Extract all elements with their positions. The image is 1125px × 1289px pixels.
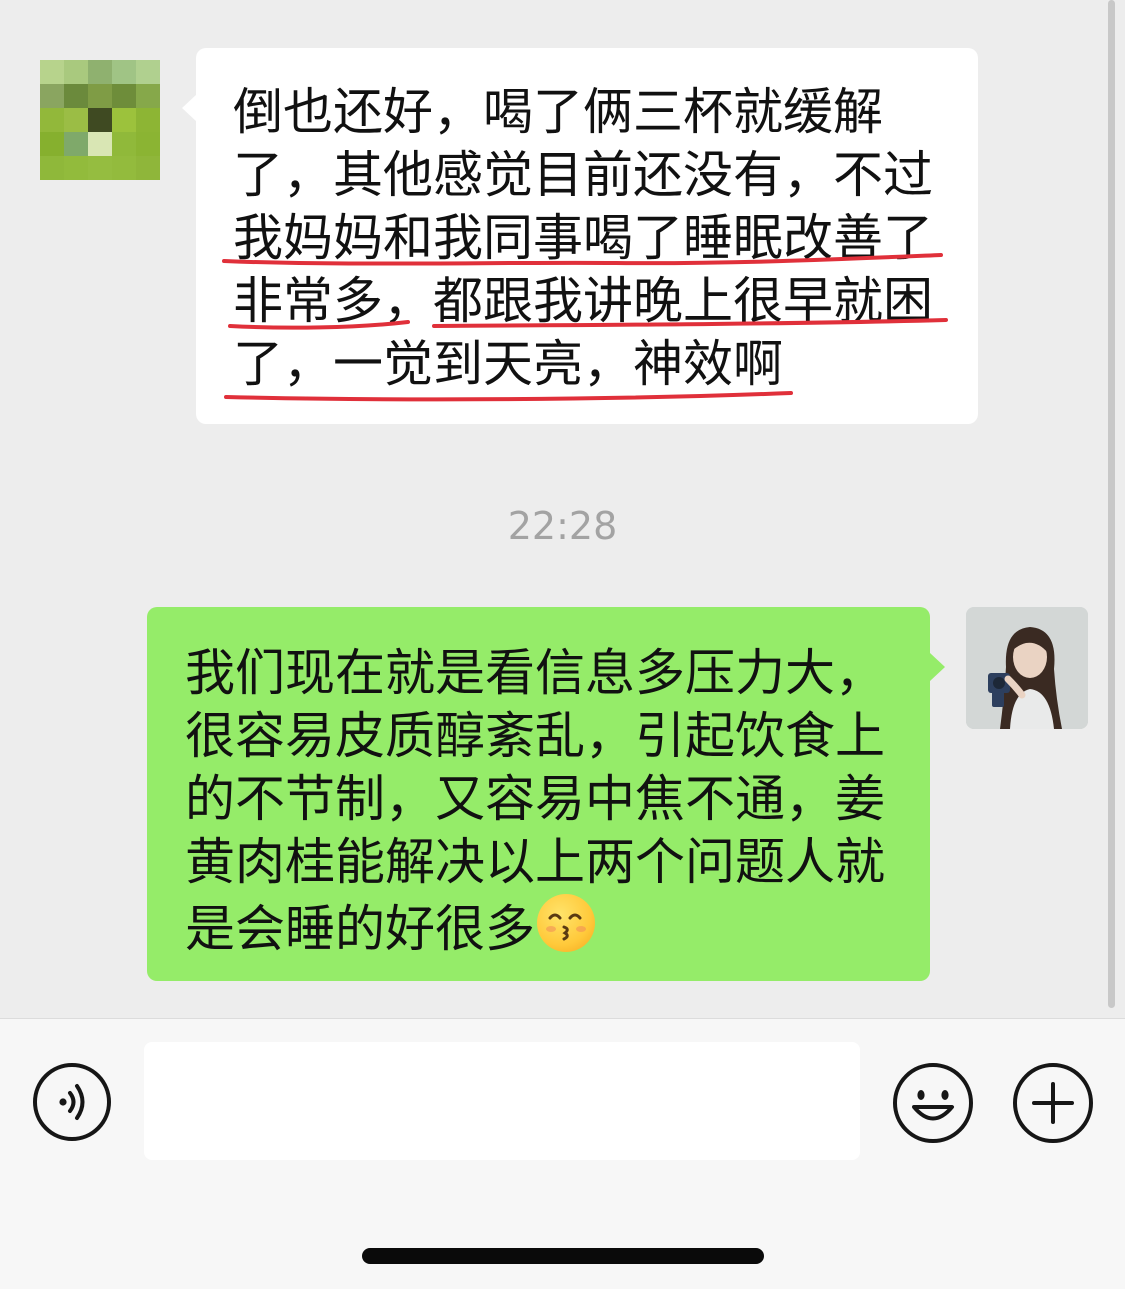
avatar-pixel [112,60,136,84]
avatar-pixel [40,60,64,84]
voice-input-button[interactable] [32,1062,112,1142]
message-line: 了，一觉到天亮，神效啊 [233,335,783,393]
incoming-message-text: 倒也还好，喝了俩三杯就缓解 了，其他感觉目前还没有，不过 我妈妈和我同事喝了睡眠… [233,81,933,396]
avatar-pixel [64,84,88,108]
avatar-pixel [136,132,160,156]
avatar-pixel [112,132,136,156]
avatar-pixel [40,84,64,108]
user-avatar-photo [966,607,1088,729]
message-line: 非常多，都跟我讲晚上很早就困 [233,272,933,330]
avatar-pixel [40,108,64,132]
contact-avatar[interactable] [40,60,160,180]
avatar-pixel [64,156,88,180]
avatar-pixel [64,60,88,84]
avatar-pixel [88,60,112,84]
home-indicator[interactable] [362,1248,764,1264]
plus-icon [1013,1063,1093,1143]
avatar-pixel [88,132,112,156]
kissing-face-icon [537,894,595,952]
user-avatar[interactable] [966,607,1088,729]
avatar-pixel [136,108,160,132]
emoji-icon [893,1063,973,1143]
emoji-button[interactable] [892,1062,974,1144]
avatar-pixel [136,60,160,84]
avatar-pixel [88,84,112,108]
avatar-pixel [64,132,88,156]
avatar-pixel [64,108,88,132]
message-line: 的不节制，又容易中焦不通，姜 [185,770,885,828]
message-line: 了，其他感觉目前还没有，不过 [233,146,933,204]
message-line: 我妈妈和我同事喝了睡眠改善了 [233,209,933,267]
message-line: 黄肉桂能解决以上两个问题人就 [185,833,885,891]
chat-area[interactable]: 倒也还好，喝了俩三杯就缓解 了，其他感觉目前还没有，不过 我妈妈和我同事喝了睡眠… [0,0,1125,1018]
avatar-pixel [88,156,112,180]
avatar-pixel [136,84,160,108]
outgoing-message-bubble[interactable]: 我们现在就是看信息多压力大， 很容易皮质醇紊乱，引起饮食上 的不节制，又容易中焦… [147,607,945,981]
message-line: 很容易皮质醇紊乱，引起饮食上 [185,707,885,765]
message-timestamp: 22:28 [507,504,618,548]
avatar-pixel [88,108,112,132]
more-options-button[interactable] [1012,1062,1094,1144]
avatar-pixel [40,132,64,156]
message-input[interactable] [144,1042,860,1160]
avatar-pixel [112,108,136,132]
message-line: 我们现在就是看信息多压力大， [185,644,885,702]
message-line: 倒也还好，喝了俩三杯就缓解 [233,83,883,141]
incoming-message-bubble[interactable]: 倒也还好，喝了俩三杯就缓解 了，其他感觉目前还没有，不过 我妈妈和我同事喝了睡眠… [182,48,978,424]
avatar-pixel [112,156,136,180]
scrollbar[interactable] [1108,0,1115,1008]
message-line: 是会睡的好很多 [185,900,535,958]
avatar-pixel [136,156,160,180]
voice-icon [33,1063,111,1141]
avatar-pixel [40,156,64,180]
avatar-pixel [112,84,136,108]
outgoing-message-text: 我们现在就是看信息多压力大， 很容易皮质醇紊乱，引起饮食上 的不节制，又容易中焦… [185,642,885,961]
